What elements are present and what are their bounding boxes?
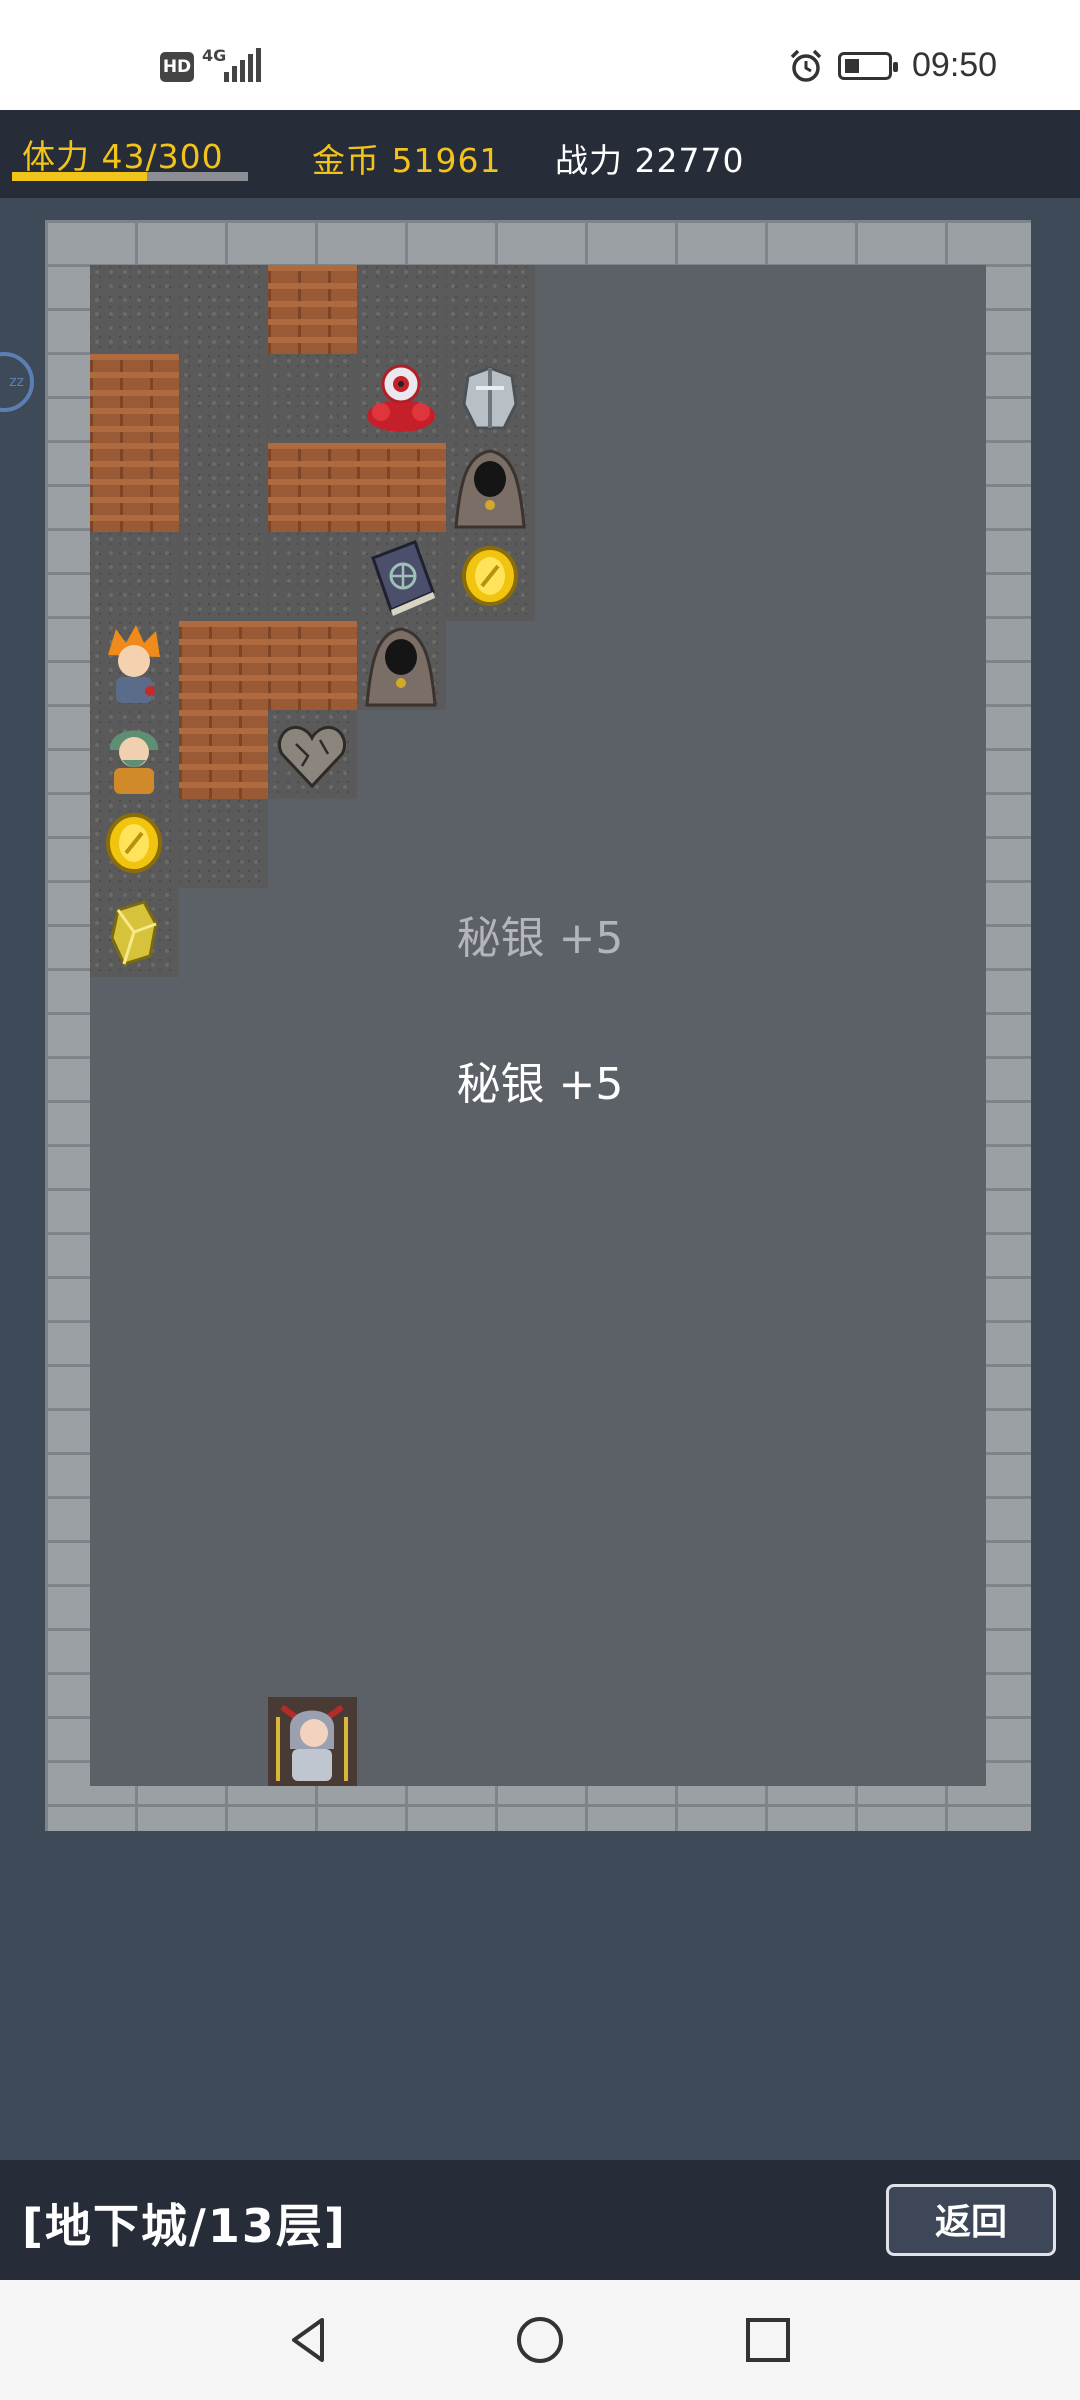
stamina-value: 体力 43/300: [22, 137, 224, 176]
back-triangle-icon[interactable]: [276, 2308, 340, 2372]
gold-coin-icon[interactable]: [446, 532, 535, 621]
floating-assistant-button[interactable]: zz: [0, 352, 34, 412]
stone-wall-tile: [446, 265, 535, 354]
combat-power-value: 战力 22770: [555, 141, 745, 180]
item-gain-message: 秘银 +5: [456, 913, 624, 964]
green-hair-npc-icon[interactable]: [90, 710, 179, 799]
orange-hair-npc-icon[interactable]: [90, 621, 179, 710]
dirt-wall-tile: [90, 443, 179, 532]
battery-icon: [838, 52, 898, 80]
dirt-wall-tile: [90, 354, 179, 443]
hd-voice-icon: HD: [160, 52, 194, 82]
player-stats-bar: 体力 43/300 金币 51961 战力 22770: [0, 110, 1080, 198]
item-gain-message: 秘银 +5: [456, 1059, 624, 1110]
silver-armor-icon[interactable]: [446, 354, 535, 443]
dirt-wall-tile: [268, 621, 357, 710]
red-eyeball-slime-icon[interactable]: [357, 354, 446, 443]
home-circle-icon[interactable]: [508, 2308, 572, 2372]
stone-wall-tile: [357, 265, 446, 354]
stone-wall-tile: [268, 354, 357, 443]
hooded-wraith-icon[interactable]: [357, 621, 446, 710]
alarm-icon: [790, 49, 822, 82]
stone-wall-tile: [179, 799, 268, 888]
floor-info-bar: [地下城/13层] 返回: [0, 2160, 1080, 2280]
stone-wall-tile: [90, 265, 179, 354]
stamina-progress-fill: [12, 172, 147, 181]
dirt-wall-tile: [268, 443, 357, 532]
dirt-wall-tile: [268, 265, 357, 354]
stone-wall-tile: [179, 265, 268, 354]
dirt-wall-tile: [357, 443, 446, 532]
dirt-wall-tile: [179, 710, 268, 799]
floor-label: [地下城/13层]: [22, 2199, 347, 2253]
hero-player-icon[interactable]: [268, 1697, 357, 1786]
dirt-wall-tile: [179, 621, 268, 710]
dungeon-map[interactable]: [45, 220, 1031, 1831]
stone-wall-tile: [179, 354, 268, 443]
hooded-wraith-icon[interactable]: [446, 443, 535, 532]
spellbook-icon[interactable]: [357, 532, 446, 621]
system-navigation-bar: [0, 2280, 1080, 2400]
stone-wall-tile: [179, 443, 268, 532]
system-status-bar: HD 4G 09:50: [0, 0, 1080, 110]
stamina-progress-bar: [12, 172, 248, 181]
stone-wall-tile: [268, 532, 357, 621]
recents-square-icon[interactable]: [736, 2308, 800, 2372]
clock: 09:50: [912, 46, 998, 84]
stone-wall-tile: [179, 532, 268, 621]
stone-wall-tile: [90, 532, 179, 621]
gold-value: 金币 51961: [312, 141, 502, 180]
gold-coin-icon[interactable]: [90, 799, 179, 888]
stone-heart-icon[interactable]: [268, 710, 357, 799]
back-button[interactable]: 返回: [886, 2184, 1056, 2256]
signal-icon: [222, 48, 262, 82]
